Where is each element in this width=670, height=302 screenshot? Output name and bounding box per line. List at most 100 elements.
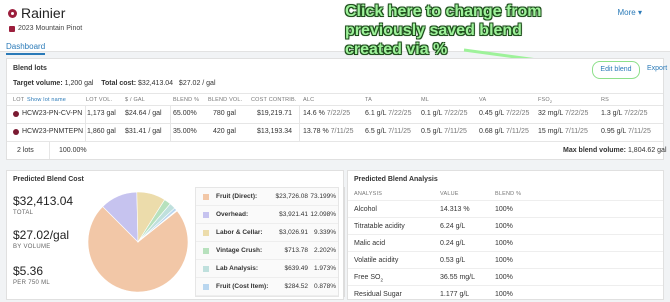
blend-percent: 65.00%	[173, 110, 197, 117]
predicted-cost-title: Predicted Blend Cost	[13, 176, 84, 183]
lot-volume: 1,860 gal	[87, 128, 116, 135]
max-blend-volume: Max blend volume: 1,804.62 gal	[563, 147, 667, 154]
legend-label: Lab Analysis:	[216, 265, 259, 272]
analysis-blend-percent: 100%	[495, 291, 513, 298]
analysis-name: Titratable acidity	[354, 223, 405, 230]
max-blend-value: 1,804.62 gal	[627, 147, 667, 154]
show-lot-name-link[interactable]: Show lot name	[27, 97, 66, 103]
analysis-value: 0.53 g/L	[440, 257, 466, 264]
edit-blend-button[interactable]: Edit blend	[592, 61, 640, 79]
analysis-name-subscript: 2	[380, 277, 383, 283]
legend-item: Vintage Crush: $713.78 2.202%	[196, 242, 338, 260]
column-divider	[49, 141, 50, 159]
chevron-down-icon: ▾	[637, 8, 642, 17]
legend-percent: 1.973%	[313, 265, 336, 272]
legend-amount: $713.78	[284, 247, 309, 254]
va-value: 0.45 g/L 7/22/25	[479, 110, 529, 117]
col-lot: LOT	[13, 97, 25, 103]
alc-date: 7/22/25	[326, 110, 351, 117]
cost-breakdown-pie-chart	[87, 191, 189, 293]
max-blend-label: Max blend volume:	[563, 147, 627, 154]
legend-label: Labor & Cellar:	[216, 229, 263, 236]
divider	[7, 93, 663, 94]
col-lot-vol: LOT VOL.	[86, 97, 113, 103]
legend-item: Lab Analysis: $639.49 1.973%	[196, 260, 338, 278]
analysis-blend-percent: 100%	[495, 257, 513, 264]
divider	[7, 141, 663, 142]
legend-label: Overhead:	[216, 211, 249, 218]
analysis-value: 36.55 mg/L	[440, 274, 476, 281]
rs-date: 7/11/25	[628, 128, 651, 135]
va-reading: 0.45 g/L	[479, 110, 505, 117]
lot-code[interactable]: HCW23-PN-CV-PN	[22, 110, 82, 117]
analysis-name: Alcohol	[354, 206, 377, 213]
legend-swatch-icon	[203, 266, 209, 272]
lot-code[interactable]: HCW23-PNMTEPN	[22, 128, 83, 135]
ml-value: 0.1 g/L 7/22/25	[421, 110, 467, 117]
analysis-blend-percent: 100%	[495, 240, 513, 247]
table-row: Titratable acidity 6.24 g/L 100%	[348, 217, 663, 234]
col-va: VA	[479, 97, 487, 103]
rs-value: 0.95 g/L 7/11/25	[601, 128, 651, 135]
legend-label: Fruit (Direct):	[216, 193, 258, 200]
rs-value: 1.3 g/L 7/22/25	[601, 110, 647, 117]
total-cost-caption: TOTAL	[13, 210, 34, 216]
fso2-date: 7/22/25	[565, 110, 589, 117]
col-ta: TA	[365, 97, 373, 103]
legend-label: Vintage Crush:	[216, 247, 263, 254]
tab-dashboard[interactable]: Dashboard	[6, 42, 46, 55]
legend-amount: $639.49	[284, 265, 309, 272]
predicted-blend-analysis-panel: Predicted Blend Analysis ANALYSIS VALUE …	[347, 170, 664, 300]
legend-scrollbar[interactable]	[343, 187, 345, 297]
legend-swatch-icon	[203, 194, 209, 200]
alc-value: 14.6 % 7/22/25	[303, 110, 350, 117]
alc-reading: 14.6 %	[303, 110, 325, 117]
col-fso2-label: FSO	[538, 97, 550, 103]
analysis-blend-percent: 100%	[495, 206, 513, 213]
legend-percent: 12.098%	[310, 211, 336, 218]
ml-reading: 0.5 g/L	[421, 128, 443, 135]
wine-logo-icon	[8, 9, 17, 18]
analysis-value: 0.24 g/L	[440, 240, 466, 247]
more-label: More	[617, 8, 636, 17]
fso2-date: 7/11/25	[565, 128, 588, 135]
va-value: 0.68 g/L 7/11/25	[479, 128, 529, 135]
divider	[7, 105, 663, 106]
fso2-value: 32 mg/L 7/22/25	[538, 110, 588, 117]
ta-value: 6.5 g/L 7/11/25	[365, 128, 411, 135]
table-row: Volatile acidity 0.53 g/L 100%	[348, 251, 663, 268]
ml-date: 7/22/25	[444, 110, 468, 117]
lot-price-per-gal: $24.64 / gal	[125, 110, 162, 117]
ta-value: 6.1 g/L 7/22/25	[365, 110, 411, 117]
fso2-reading: 15 mg/L	[538, 128, 564, 135]
lot-volume: 1,173 gal	[87, 110, 116, 117]
table-row: Alcohol 14.313 % 100%	[348, 200, 663, 217]
ml-reading: 0.1 g/L	[421, 110, 443, 117]
vintage-icon	[9, 26, 15, 32]
rs-reading: 0.95 g/L	[601, 128, 627, 135]
table-row: Malic acid 0.24 g/L 100%	[348, 234, 663, 251]
blend-percent: 35.00%	[173, 128, 197, 135]
per-bottle-caption: PER 750 ML	[13, 280, 51, 286]
blend-volume: 420 gal	[213, 128, 236, 135]
target-volume-value: 1,200 gal	[64, 80, 94, 87]
alc-date: 7/11/25	[330, 128, 354, 135]
legend-item: Fruit (Direct): $23,726.08 73.199%	[196, 188, 338, 206]
lot-color-icon	[13, 129, 19, 135]
export-link[interactable]: Export	[647, 65, 667, 72]
ta-date: 7/11/25	[388, 128, 411, 135]
page-title: Rainier	[21, 5, 66, 21]
blend-targets: Target volume: 1,200 gal Total cost: $32…	[13, 80, 216, 87]
per-gallon-figure: $27.02/gal	[13, 228, 70, 242]
analysis-blend-percent: 100%	[495, 274, 513, 281]
more-menu-button[interactable]: More ▾	[618, 8, 642, 17]
target-volume-label: Target volume:	[13, 80, 63, 87]
legend-label: Fruit (Cost Item):	[216, 283, 269, 290]
col-per-gal: $ / GAL	[125, 97, 146, 103]
legend-percent: 2.202%	[313, 247, 336, 254]
cost-per-gal-value: $27.02 / gal	[178, 80, 216, 87]
per-gallon-caption: BY VOLUME	[13, 244, 51, 250]
col-alc: ALC	[303, 97, 315, 103]
va-date: 7/11/25	[506, 128, 529, 135]
rs-date: 7/22/25	[624, 110, 648, 117]
